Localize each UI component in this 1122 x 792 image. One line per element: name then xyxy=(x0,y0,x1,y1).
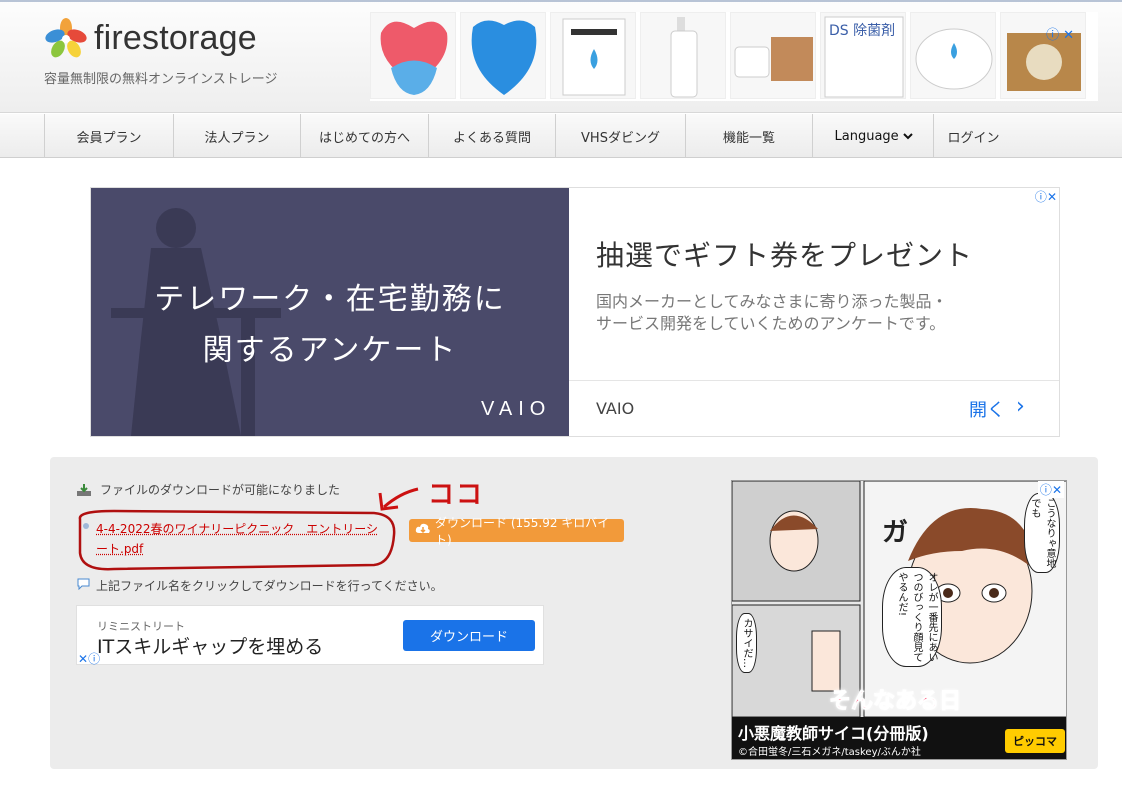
main-nav: 会員プラン 法人プラン はじめての方へ よくある質問 VHSダビング 機能一覧 … xyxy=(0,114,1122,158)
survey-ad-desc-line2: サービス開発をしていくためのアンケートです。 xyxy=(596,314,946,333)
ad-choices-small[interactable]: ✕ⓘ xyxy=(78,650,100,667)
top-accent-line xyxy=(0,0,1122,2)
file-bullet-icon xyxy=(83,523,89,529)
speech-bubble-3: カサイだ… xyxy=(736,613,757,673)
site-logo[interactable]: firestorage xyxy=(44,17,257,59)
ad-product-6[interactable]: DS 除菌剤 xyxy=(820,12,906,99)
language-select[interactable]: Language xyxy=(830,127,916,145)
chevron-right-icon[interactable]: › xyxy=(1016,394,1025,419)
info-icon[interactable]: ⓘ xyxy=(88,652,100,666)
download-button[interactable]: ダウンロード (155.92 キロバイト) xyxy=(409,516,624,547)
it-skill-ad-title: ITスキルギャップを埋める xyxy=(97,636,324,658)
manga-ad-title: 小悪魔教師サイコ(分冊版) xyxy=(738,724,929,743)
vaio-logo: VAIO xyxy=(481,398,552,420)
ad-product-1[interactable] xyxy=(370,12,456,99)
site-header: firestorage 容量無制限の無料オンラインストレージ DS 除菌剤 ⓘ … xyxy=(0,0,1122,113)
cloud-download-icon xyxy=(415,522,431,539)
nav-items: 会員プラン 法人プラン はじめての方へ よくある質問 VHSダビング 機能一覧 … xyxy=(44,114,1013,158)
info-icon[interactable]: ⓘ xyxy=(1035,190,1047,204)
survey-ad-open-link[interactable]: 開く xyxy=(969,396,1005,422)
language-selector[interactable]: Language xyxy=(812,114,933,158)
nav-item-vhs-dubbing[interactable]: VHSダビング xyxy=(555,114,685,158)
survey-ad[interactable]: テレワーク・在宅勤務に 関するアンケート VAIO 抽選でギフト券をプレゼント … xyxy=(90,187,1060,437)
nav-item-beginners[interactable]: はじめての方へ xyxy=(300,114,428,158)
red-arrow-annotation xyxy=(378,487,419,511)
it-skill-ad[interactable]: リミニストリート ITスキルギャップを埋める ダウンロード ✕ⓘ xyxy=(76,605,544,667)
ad-choices[interactable]: ⓘ ✕ xyxy=(1042,24,1074,43)
ad-product-4[interactable] xyxy=(640,12,726,99)
close-icon[interactable]: ✕ xyxy=(1047,190,1057,204)
firestorage-flower-icon xyxy=(45,18,87,58)
ad-product-7[interactable] xyxy=(910,12,996,99)
survey-ad-divider xyxy=(569,380,1059,381)
piccoma-logo: ピッコマ xyxy=(1005,729,1065,753)
speech-bubble-2: オレが一番先にあいつのびっくり顔見てやるんだ! xyxy=(882,567,942,667)
manga-ad-banner: そんなある日 xyxy=(828,689,961,715)
file-name-link[interactable]: 4-4-2022春のワイナリーピクニック エントリーシート.pdf xyxy=(96,519,386,559)
ad-choices-big[interactable]: ⓘ✕ xyxy=(1027,188,1057,204)
manga-ad[interactable]: ガ こうなりゃ意地でも オレが一番先にあいつのびっくり顔見てやるんだ! カサイだ… xyxy=(731,480,1067,760)
manga-ad-credit: ©合田蛍冬/三石メガネ/taskey/ぶんか社 xyxy=(738,747,921,758)
download-instruction: 上記ファイル名をクリックしてダウンロードを行ってください。 xyxy=(77,577,443,594)
survey-ad-title: 抽選でギフト券をプレゼント xyxy=(596,239,974,272)
page: firestorage 容量無制限の無料オンラインストレージ DS 除菌剤 ⓘ … xyxy=(0,0,1122,792)
ad-product-3[interactable] xyxy=(550,12,636,99)
download-ready-text: ファイルのダウンロードが可能になりました xyxy=(100,483,341,497)
nav-item-member-plan[interactable]: 会員プラン xyxy=(44,114,173,158)
close-icon[interactable]: ✕ xyxy=(1052,483,1062,497)
svg-text:ガ: ガ xyxy=(882,518,908,548)
speech-bubble-icon xyxy=(77,578,90,593)
survey-ad-brand: VAIO xyxy=(596,399,635,418)
site-tagline: 容量無制限の無料オンラインストレージ xyxy=(44,72,278,87)
survey-headline-line1: テレワーク・在宅勤務に xyxy=(154,282,506,317)
survey-ad-desc-line1: 国内メーカーとしてみなさまに寄り添った製品・ xyxy=(596,292,948,311)
download-button-label: ダウンロード (155.92 キロバイト) xyxy=(435,515,610,547)
survey-ad-description: 国内メーカーとしてみなさまに寄り添った製品・ サービス開発をしていくためのアンケ… xyxy=(596,291,1016,335)
nav-item-faq[interactable]: よくある質問 xyxy=(428,114,555,158)
download-tray-icon xyxy=(77,483,91,496)
info-icon[interactable]: ⓘ xyxy=(1040,483,1052,497)
survey-headline-line2: 関するアンケート xyxy=(202,333,458,368)
nav-item-login[interactable]: ログイン xyxy=(933,114,1013,158)
download-instruction-text: 上記ファイル名をクリックしてダウンロードを行ってください。 xyxy=(96,579,443,593)
nav-item-features[interactable]: 機能一覧 xyxy=(685,114,812,158)
survey-ad-image[interactable]: テレワーク・在宅勤務に 関するアンケート VAIO xyxy=(91,188,569,436)
close-icon[interactable]: ✕ xyxy=(78,652,88,666)
annotation-label: ココ xyxy=(428,480,485,510)
download-ready-message: ファイルのダウンロードが可能になりました xyxy=(76,481,340,498)
svg-text:DS 除菌剤: DS 除菌剤 xyxy=(829,23,895,39)
info-icon[interactable]: ⓘ xyxy=(1046,28,1059,43)
speech-bubble-1: こうなりゃ意地でも xyxy=(1024,493,1060,573)
close-icon[interactable]: ✕ xyxy=(1063,28,1074,43)
logo-text: firestorage xyxy=(94,18,257,57)
it-skill-ad-download-button[interactable]: ダウンロード xyxy=(403,620,535,651)
nav-item-corporate-plan[interactable]: 法人プラン xyxy=(173,114,300,158)
ad-choices-manga[interactable]: ⓘ✕ xyxy=(1037,481,1064,498)
ad-product-5[interactable] xyxy=(730,12,816,99)
ad-product-2[interactable] xyxy=(460,12,546,99)
product-ad-banner[interactable]: DS 除菌剤 ⓘ ✕ xyxy=(370,12,1098,101)
